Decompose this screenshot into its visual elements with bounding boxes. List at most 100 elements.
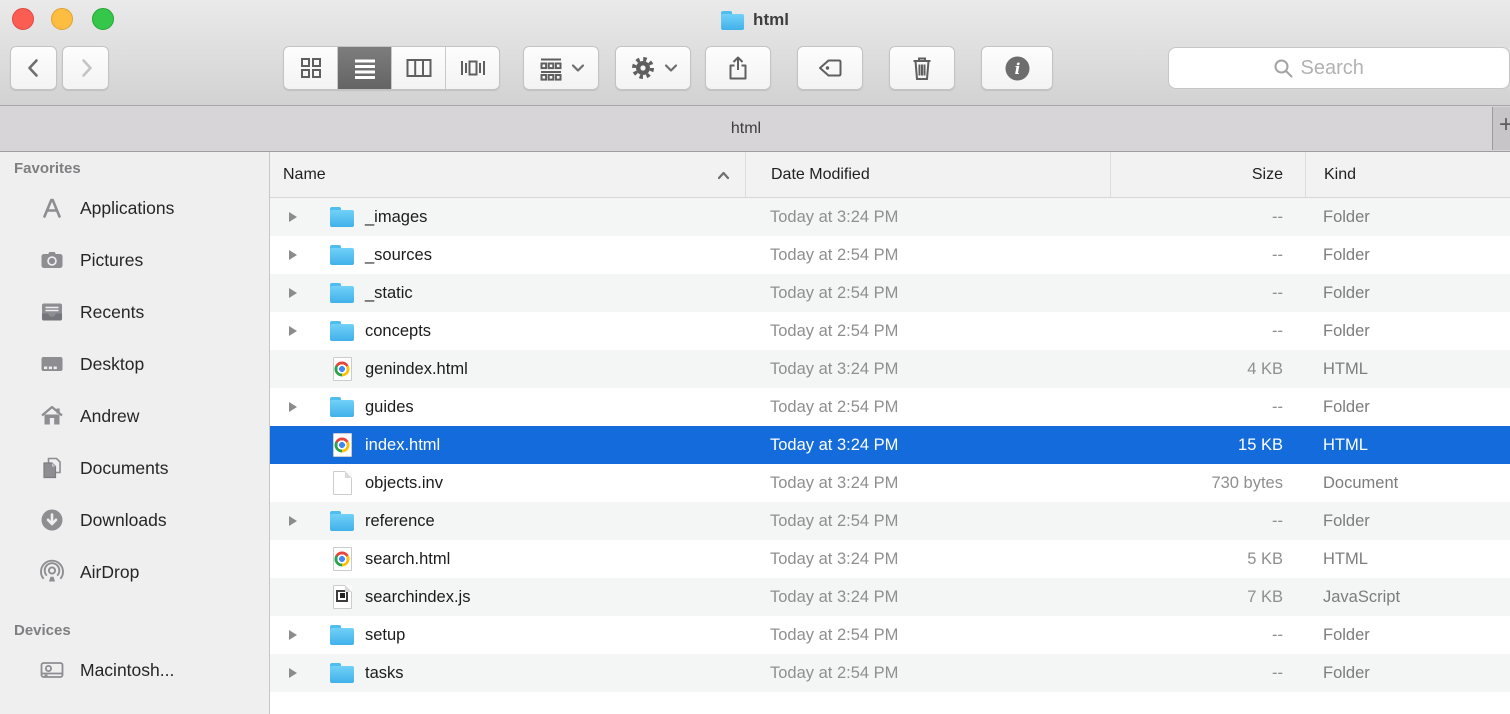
column-view-icon	[405, 55, 433, 81]
forward-button[interactable]	[62, 46, 109, 90]
table-row[interactable]: conceptsToday at 2:54 PM--Folder	[270, 312, 1510, 350]
tag-button[interactable]	[797, 46, 863, 90]
delete-button[interactable]	[889, 46, 955, 90]
date-modified-cell: Today at 2:54 PM	[745, 322, 1110, 341]
table-row[interactable]: _images Today at 3:24 PM--Folder	[270, 198, 1510, 236]
sidebar-item-label: Downloads	[80, 510, 167, 531]
table-row[interactable]: referenceToday at 2:54 PM--Folder	[270, 502, 1510, 540]
disclosure-triangle-icon[interactable]	[289, 401, 299, 413]
table-row[interactable]: objects.invToday at 3:24 PM730 bytesDocu…	[270, 464, 1510, 502]
disclosure-triangle-icon[interactable]	[289, 667, 299, 679]
kind-cell: Document	[1305, 474, 1510, 493]
file-name: _images	[365, 208, 427, 227]
table-row[interactable]: setupToday at 2:54 PM--Folder	[270, 616, 1510, 654]
table-row[interactable]: _staticToday at 2:54 PM--Folder	[270, 274, 1510, 312]
window-body: FavoritesApplicationsPicturesRecentsDesk…	[0, 152, 1510, 714]
share-button[interactable]	[705, 46, 771, 90]
window-title: html	[721, 6, 789, 34]
table-row[interactable]: tasksToday at 2:54 PM--Folder	[270, 654, 1510, 692]
sidebar-item-downloads[interactable]: Downloads	[0, 494, 269, 546]
date-modified-cell: Today at 3:24 PM	[745, 208, 1110, 227]
list-view-button[interactable]	[338, 47, 392, 89]
folder-icon	[330, 623, 354, 647]
sidebar-heading-favorites: Favorites	[0, 152, 269, 182]
search-icon	[1273, 58, 1294, 79]
name-cell: tasks	[270, 661, 745, 685]
file-name: _static	[365, 284, 413, 303]
plus-icon: +	[1499, 111, 1510, 139]
disclosure-triangle-icon[interactable]	[289, 629, 299, 641]
column-header-kind[interactable]: Kind	[1305, 152, 1510, 197]
column-header-date-modified[interactable]: Date Modified	[745, 152, 1110, 197]
html-file-icon	[330, 547, 354, 571]
name-cell: setup	[270, 623, 745, 647]
table-row[interactable]: guidesToday at 2:54 PM--Folder	[270, 388, 1510, 426]
file-name: objects.inv	[365, 474, 443, 493]
disclosure-triangle-icon[interactable]	[289, 515, 299, 527]
sidebar-item-desktop[interactable]: Desktop	[0, 338, 269, 390]
action-menu-button[interactable]	[615, 46, 691, 90]
folder-icon	[330, 509, 354, 533]
search-field[interactable]	[1168, 47, 1510, 89]
tab-bar: html +	[0, 105, 1510, 152]
arrange-button[interactable]	[523, 46, 599, 90]
sidebar-item-applications[interactable]: Applications	[0, 182, 269, 234]
disclosure-triangle-icon[interactable]	[289, 211, 299, 223]
size-cell: 4 KB	[1110, 360, 1305, 379]
info-icon: i	[1004, 55, 1031, 82]
size-cell: --	[1110, 284, 1305, 303]
column-header-name[interactable]: Name	[270, 152, 745, 197]
disclosure-triangle-icon[interactable]	[289, 249, 299, 261]
sidebar-item-airdrop[interactable]: AirDrop	[0, 546, 269, 598]
file-name: searchindex.js	[365, 588, 470, 607]
file-name: guides	[365, 398, 414, 417]
applications-icon	[38, 195, 66, 221]
date-modified-cell: Today at 3:24 PM	[745, 550, 1110, 569]
icon-view-button[interactable]	[284, 47, 338, 89]
sidebar-item-recents[interactable]: Recents	[0, 286, 269, 338]
file-name: concepts	[365, 322, 431, 341]
size-cell: --	[1110, 512, 1305, 531]
column-view-button[interactable]	[392, 47, 446, 89]
sidebar-item-label: Documents	[80, 458, 169, 479]
zoom-button[interactable]	[92, 8, 114, 30]
file-name: reference	[365, 512, 435, 531]
disclosure-triangle-icon[interactable]	[289, 287, 299, 299]
list-header: NameDate ModifiedSizeKind	[270, 152, 1510, 198]
kind-cell: Folder	[1305, 246, 1510, 265]
share-icon	[725, 54, 751, 82]
table-row[interactable]: _sourcesToday at 2:54 PM--Folder	[270, 236, 1510, 274]
close-button[interactable]	[12, 8, 34, 30]
sidebar-item-macintosh[interactable]: Macintosh...	[0, 644, 269, 696]
home-icon	[38, 403, 66, 429]
date-modified-cell: Today at 3:24 PM	[745, 588, 1110, 607]
minimize-button[interactable]	[51, 8, 73, 30]
size-cell: 7 KB	[1110, 588, 1305, 607]
table-row[interactable]: genindex.htmlToday at 3:24 PM4 KBHTML	[270, 350, 1510, 388]
back-button[interactable]	[10, 46, 57, 90]
size-cell: --	[1110, 208, 1305, 227]
search-input[interactable]	[1301, 57, 1406, 80]
sidebar-item-documents[interactable]: Documents	[0, 442, 269, 494]
gear-icon	[629, 54, 657, 82]
sidebar-item-pictures[interactable]: Pictures	[0, 234, 269, 286]
tag-icon	[816, 55, 844, 81]
table-row[interactable]: index.htmlToday at 3:24 PM15 KBHTML	[270, 426, 1510, 464]
kind-cell: Folder	[1305, 208, 1510, 227]
downloads-icon	[38, 507, 66, 533]
disclosure-triangle-icon[interactable]	[289, 325, 299, 337]
new-tab-button[interactable]: +	[1492, 107, 1510, 150]
name-cell: objects.inv	[270, 471, 745, 495]
table-row[interactable]: search.htmlToday at 3:24 PM5 KBHTML	[270, 540, 1510, 578]
folder-icon	[330, 395, 354, 419]
size-cell: 15 KB	[1110, 436, 1305, 455]
sidebar-item-andrew[interactable]: Andrew	[0, 390, 269, 442]
table-row[interactable]: searchindex.jsToday at 3:24 PM7 KBJavaSc…	[270, 578, 1510, 616]
date-modified-cell: Today at 2:54 PM	[745, 512, 1110, 531]
coverflow-view-button[interactable]	[446, 47, 499, 89]
column-header-size[interactable]: Size	[1110, 152, 1305, 197]
kind-cell: Folder	[1305, 664, 1510, 683]
tab-html[interactable]: html	[0, 107, 1492, 150]
info-button[interactable]: i	[981, 46, 1053, 90]
name-cell: concepts	[270, 319, 745, 343]
